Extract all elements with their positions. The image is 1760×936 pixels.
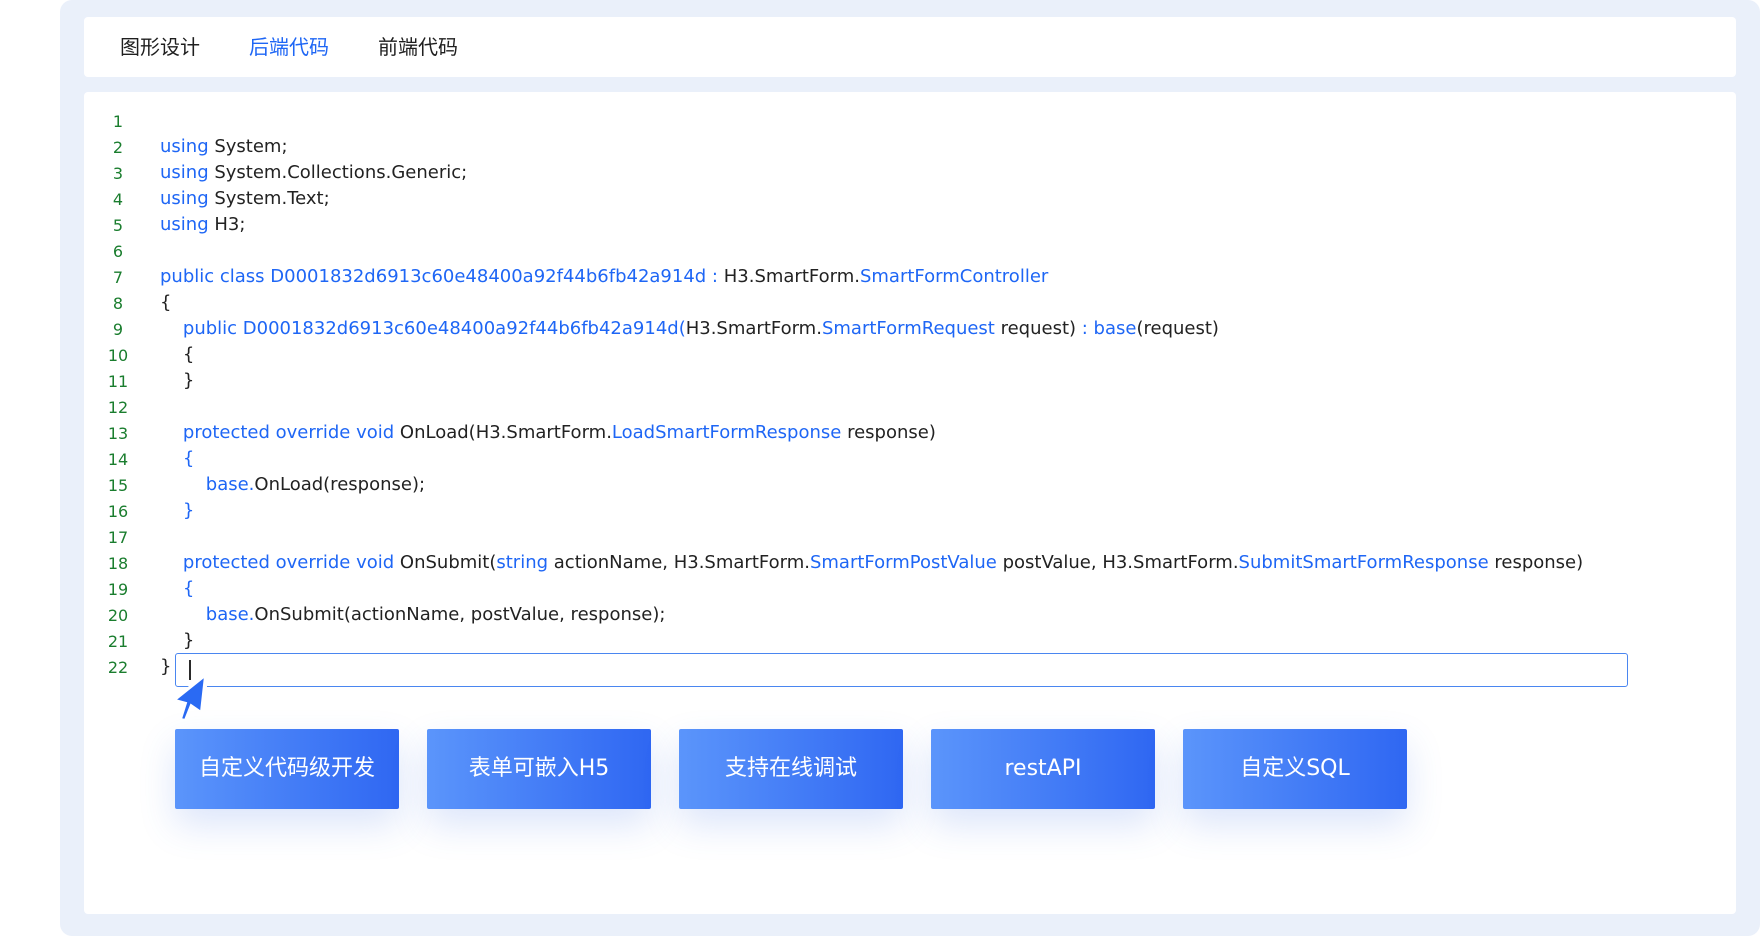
code-token: H3.SmartForm.: [723, 266, 860, 287]
line-number: 19: [107, 580, 129, 599]
code-token: postValue, H3.SmartForm.: [996, 552, 1239, 573]
code-token: {: [160, 292, 172, 313]
code-token: string: [496, 552, 549, 573]
code-token: SmartFormController: [859, 266, 1049, 287]
code-token: OnSubmit(actionName, postValue, response…: [254, 604, 666, 625]
code-line: {: [160, 290, 1700, 316]
line-number: 10: [107, 346, 129, 365]
feature-button-online-debug[interactable]: 支持在线调试: [679, 729, 903, 809]
line-number: 13: [107, 424, 129, 443]
code-token: response): [841, 422, 936, 443]
code-token: {: [160, 578, 195, 599]
tab-graphic-design[interactable]: 图形设计: [120, 17, 200, 77]
line-number: 11: [107, 372, 129, 391]
code-token: System.Collections.Generic;: [208, 162, 468, 183]
code-token: H3.SmartForm.: [685, 318, 822, 339]
code-line: base.OnLoad(response);: [160, 472, 1700, 498]
code-token: using: [160, 162, 209, 183]
tab-backend-code[interactable]: 后端代码: [249, 17, 329, 77]
code-token: using: [160, 188, 209, 209]
line-number: 17: [107, 528, 129, 547]
line-number: 5: [112, 216, 124, 235]
code-token: protected override void: [160, 422, 395, 443]
code-token: actionName, H3.SmartForm.: [548, 552, 810, 573]
code-token: (request): [1136, 318, 1219, 339]
line-number: 16: [107, 502, 129, 521]
code-line: }: [160, 368, 1700, 394]
code-token: }: [160, 630, 195, 651]
code-token: OnLoad(H3.SmartForm.: [394, 422, 612, 443]
code-line: {: [160, 576, 1700, 602]
pointer-cursor-icon: [169, 671, 209, 725]
code-line: public D0001832d6913c60e48400a92f44b6fb4…: [160, 316, 1700, 342]
code-line: {: [160, 342, 1700, 368]
code-area[interactable]: using System; using System.Collections.Ge…: [160, 108, 1700, 680]
code-token: base.: [160, 474, 255, 495]
feature-button-custom-code[interactable]: 自定义代码级开发: [175, 729, 399, 809]
code-token: System;: [208, 136, 288, 157]
code-token: {: [160, 448, 195, 469]
line-number-gutter: 1 2 3 4 5 6 7 8 9 10 11 12 13 14 15 16 17 18 19 20 21 22: [98, 109, 138, 681]
code-token: public class D0001832d6913c60e48400a92f4…: [160, 266, 724, 287]
line-number: 12: [107, 398, 129, 417]
line-number: 4: [112, 190, 124, 209]
code-line: using System.Text;: [160, 186, 1700, 212]
code-token: H3;: [208, 214, 246, 235]
line-number: 18: [107, 554, 129, 573]
code-line: using System.Collections.Generic;: [160, 160, 1700, 186]
code-token: }: [160, 500, 195, 521]
code-token: public D0001832d6913c60e48400a92f44b6fb4…: [160, 318, 686, 339]
line-number: 22: [107, 658, 129, 677]
line-number: 20: [107, 606, 129, 625]
code-line: protected override void OnLoad(H3.SmartF…: [160, 420, 1700, 446]
code-token: }: [160, 370, 195, 391]
feature-button-rest-api[interactable]: restAPI: [931, 729, 1155, 809]
tab-frontend-code[interactable]: 前端代码: [378, 17, 458, 77]
feature-button-embed-h5[interactable]: 表单可嵌入H5: [427, 729, 651, 809]
code-line: public class D0001832d6913c60e48400a92f4…: [160, 264, 1700, 290]
code-line: {: [160, 446, 1700, 472]
code-token: response): [1488, 552, 1584, 573]
code-token: SmartFormRequest: [821, 318, 995, 339]
code-token: : base: [1081, 318, 1137, 339]
code-line: base.OnSubmit(actionName, postValue, res…: [160, 602, 1700, 628]
line-number: 2: [112, 138, 124, 157]
line-number: 7: [112, 268, 124, 287]
line-number: 9: [112, 320, 124, 339]
tab-bar: 图形设计 后端代码 前端代码: [84, 17, 1736, 77]
code-line: using H3;: [160, 212, 1700, 238]
code-token: protected override void: [160, 552, 395, 573]
line-number: 21: [107, 632, 129, 651]
line-number: 8: [112, 294, 124, 313]
code-line: }: [160, 628, 1700, 654]
code-line: }: [160, 498, 1700, 524]
line-number: 6: [112, 242, 124, 261]
code-token: LoadSmartFormResponse: [611, 422, 842, 443]
feature-button-custom-sql[interactable]: 自定义SQL: [1183, 729, 1407, 809]
code-token: OnLoad(response);: [254, 474, 426, 495]
code-token: {: [160, 344, 195, 365]
code-token: SubmitSmartFormResponse: [1238, 552, 1489, 573]
line-number: 15: [107, 476, 129, 495]
code-line: protected override void OnSubmit(string …: [160, 550, 1700, 576]
line-number: 3: [112, 164, 124, 183]
line-number: 1: [112, 112, 124, 131]
code-line: using System;: [160, 134, 1700, 160]
code-token: using: [160, 214, 209, 235]
code-token: request): [994, 318, 1082, 339]
code-input-line[interactable]: [175, 653, 1628, 687]
code-token: OnSubmit(: [394, 552, 497, 573]
code-token: SmartFormPostValue: [809, 552, 997, 573]
code-token: System.Text;: [208, 188, 330, 209]
code-token: base.: [160, 604, 255, 625]
code-token: using: [160, 136, 209, 157]
line-number: 14: [107, 450, 129, 469]
